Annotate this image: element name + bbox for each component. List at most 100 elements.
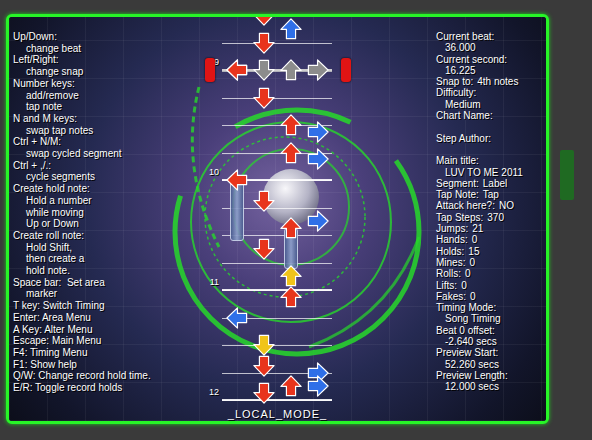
tap-note[interactable]	[253, 17, 275, 26]
info-item: Holds: 15	[436, 246, 546, 257]
arrow-shape	[281, 142, 301, 162]
help-line: Ctrl + ,/.:	[13, 160, 199, 172]
info-line: Rolls:0	[436, 268, 546, 279]
info-label: Timing Mode:	[436, 302, 546, 313]
info-value: 370	[487, 212, 504, 223]
info-line: Mines:0	[436, 257, 546, 268]
arrow-shape	[227, 60, 247, 80]
info-label: Beat 0 offset:	[436, 325, 546, 336]
info-label: Mines:	[436, 257, 465, 268]
tap-note[interactable]	[253, 355, 275, 377]
info-label: Holds:	[436, 246, 464, 257]
info-label: Segment:	[436, 178, 479, 189]
info-label: Tap Note:	[436, 189, 479, 200]
info-value: Song Timing	[436, 313, 546, 324]
help-line: Create roll note:	[13, 230, 199, 242]
help-line: Left/Right:	[13, 54, 199, 66]
help-line: marker	[13, 288, 199, 300]
arrow-up-icon	[280, 217, 302, 239]
receptor	[307, 59, 329, 81]
measure-number: 12	[195, 387, 219, 398]
info-label: Chart Name:	[436, 110, 546, 121]
help-line: hold note.	[13, 265, 199, 277]
arrow-shape	[281, 115, 301, 135]
help-panel: Up/Down:change beatLeft/Right:change sna…	[9, 17, 199, 421]
tap-note[interactable]	[253, 87, 275, 109]
measure-number: 11	[195, 277, 219, 288]
arrow-shape	[281, 287, 301, 307]
tap-note[interactable]	[280, 375, 302, 397]
tap-note[interactable]	[280, 114, 302, 136]
info-label: Current second:	[436, 54, 546, 65]
info-item: Tap Note:Tap	[436, 189, 546, 200]
info-line: Segment:Label	[436, 178, 546, 189]
arrow-up-icon	[280, 375, 302, 397]
info-label: Hands:	[436, 234, 468, 245]
info-label: Jumps:	[436, 223, 468, 234]
measure-line	[222, 289, 332, 291]
info-item: Current beat:36.000	[436, 31, 546, 54]
tap-note[interactable]	[253, 238, 275, 260]
help-line: then create a	[13, 253, 199, 265]
beat-line	[222, 125, 332, 126]
help-line: F1: Show help	[13, 359, 199, 371]
arrow-right-icon	[307, 148, 329, 170]
info-value: 4th notes	[477, 76, 518, 87]
tap-note[interactable]	[280, 286, 302, 308]
info-value: NO	[499, 200, 514, 211]
info-value: 15	[468, 246, 479, 257]
info-line: Jumps:21	[436, 223, 546, 234]
info-item: Chart Name:	[436, 110, 546, 133]
arrow-up-icon	[280, 59, 302, 81]
info-item: Main title:LUV TO ME 2011	[436, 155, 546, 178]
note-field[interactable]: 9101112	[9, 17, 546, 421]
info-line: Lifts:0	[436, 280, 546, 291]
mode-label: _LOCAL_MODE_	[9, 408, 546, 421]
help-line: Up/Down:	[13, 31, 199, 43]
tap-note[interactable]	[307, 121, 329, 143]
help-line: Up or Down	[13, 218, 199, 230]
help-line: Space bar: Set area	[13, 277, 199, 289]
help-line: Create hold note:	[13, 183, 199, 195]
info-item: Beat 0 offset:-2.640 secs	[436, 325, 546, 348]
tap-note[interactable]	[226, 169, 248, 191]
arrow-shape	[254, 335, 274, 355]
side-strip	[549, 14, 592, 440]
tap-note[interactable]	[253, 334, 275, 356]
tap-note[interactable]	[280, 18, 302, 40]
arrow-shape	[281, 60, 301, 80]
info-item: Attack here?:NO	[436, 200, 546, 211]
area-marker[interactable]	[205, 58, 215, 82]
arrow-shape	[254, 384, 274, 404]
tap-note[interactable]	[307, 375, 329, 397]
tap-note[interactable]	[280, 142, 302, 164]
arrow-shape	[254, 356, 274, 376]
measure-number: 10	[195, 167, 219, 178]
tap-note[interactable]	[253, 32, 275, 54]
arrow-shape	[281, 266, 301, 286]
help-line: T key: Switch Timing	[13, 300, 199, 312]
tap-note[interactable]	[307, 148, 329, 170]
arrow-shape	[227, 307, 247, 327]
scrollbar-thumb[interactable]	[560, 150, 574, 200]
info-value: 0	[470, 291, 476, 302]
help-line: Hold a number	[13, 195, 199, 207]
tap-note[interactable]	[307, 210, 329, 232]
tap-note[interactable]	[253, 382, 275, 404]
area-marker[interactable]	[341, 58, 351, 82]
info-value	[436, 121, 546, 132]
help-line: Escape: Main Menu	[13, 335, 199, 347]
tap-note[interactable]	[280, 265, 302, 287]
editor-stage: Up/Down:change beatLeft/Right:change sna…	[9, 17, 546, 421]
arrow-shape	[254, 60, 274, 80]
info-label: Preview Start:	[436, 347, 546, 358]
tap-note[interactable]	[280, 217, 302, 239]
arrow-up-icon	[280, 142, 302, 164]
arrow-left-icon	[226, 307, 248, 329]
info-value: 0	[472, 234, 478, 245]
tap-note[interactable]	[226, 307, 248, 329]
arrow-shape	[254, 17, 274, 25]
beat-line	[222, 43, 332, 44]
tap-note[interactable]	[226, 59, 248, 81]
tap-note[interactable]	[253, 190, 275, 212]
